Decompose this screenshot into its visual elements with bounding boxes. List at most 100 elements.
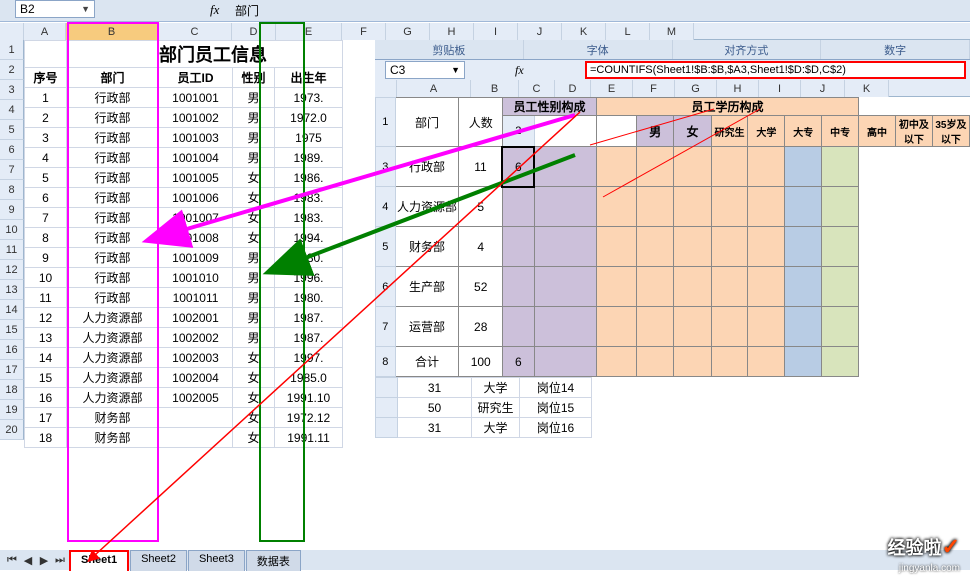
sheet-tab-数据表[interactable]: 数据表	[246, 550, 301, 571]
dropdown-icon[interactable]: ▼	[81, 4, 90, 14]
table-row[interactable]: 4人力资源部5	[376, 187, 970, 227]
name-box-value: B2	[20, 2, 35, 16]
table-header: 序号	[25, 68, 67, 88]
col-header-A[interactable]: A	[24, 23, 66, 40]
col-header-I[interactable]: I	[759, 80, 801, 97]
watermark-url: jingyanla.com	[899, 563, 960, 574]
table-row[interactable]: 7行政部1001007女1983.	[25, 208, 343, 228]
table-row[interactable]: 8行政部1001008女1994.	[25, 228, 343, 248]
row-header[interactable]: 12	[0, 260, 24, 280]
table-row[interactable]: 13人力资源部1002002男1987.	[25, 328, 343, 348]
table-row[interactable]: 6生产部52	[376, 267, 970, 307]
table-row[interactable]: 7运营部28	[376, 307, 970, 347]
column-headers-right: ABCDEFGHIJK	[375, 80, 970, 97]
col-header-A[interactable]: A	[397, 80, 471, 97]
table-row[interactable]: 14人力资源部1002003女1997.	[25, 348, 343, 368]
sheet-tab-Sheet2[interactable]: Sheet2	[130, 550, 187, 571]
ribbon-section[interactable]: 字体	[524, 40, 673, 59]
col-header-F[interactable]: F	[633, 80, 675, 97]
col-header-L[interactable]: L	[606, 23, 650, 40]
row-header[interactable]: 19	[0, 400, 24, 420]
formula-input-right[interactable]: =COUNTIFS(Sheet1!$B:$B,$A3,Sheet1!$D:$D,…	[585, 61, 966, 79]
table-row[interactable]: 31大学岗位16	[376, 418, 592, 438]
col-header-B[interactable]: B	[66, 23, 158, 40]
ribbon-section[interactable]: 对齐方式	[673, 40, 822, 59]
row-header[interactable]: 20	[0, 420, 24, 440]
row-header[interactable]: 7	[0, 160, 24, 180]
col-header-C[interactable]: C	[519, 80, 555, 97]
table-row[interactable]: 3行政部116	[376, 147, 970, 187]
col-header-D[interactable]: D	[555, 80, 591, 97]
col-header-E[interactable]: E	[276, 23, 342, 40]
sheet-tab-Sheet1[interactable]: Sheet1	[69, 550, 129, 571]
nav-last-icon[interactable]: ⏭	[52, 554, 68, 567]
col-header-H[interactable]: H	[430, 23, 474, 40]
table-row[interactable]: 10行政部1001010男1996.	[25, 268, 343, 288]
col-header-J[interactable]: J	[801, 80, 845, 97]
col-header-C[interactable]: C	[158, 23, 232, 40]
row-header[interactable]: 16	[0, 340, 24, 360]
row-header[interactable]: 6	[0, 140, 24, 160]
table-row[interactable]: 3行政部1001003男1975	[25, 128, 343, 148]
row-header[interactable]: 11	[0, 240, 24, 260]
table-row[interactable]: 1行政部1001001男1973.	[25, 88, 343, 108]
row-header[interactable]: 9	[0, 200, 24, 220]
ribbon-section[interactable]: 剪贴板	[375, 40, 524, 59]
row-header[interactable]: 18	[0, 380, 24, 400]
col-header-D[interactable]: D	[232, 23, 276, 40]
right-worksheet[interactable]: 1部门人数员工性别构成员工学历构成2男女研究生大学大专中专高中初中及以下35岁及…	[375, 97, 970, 438]
dropdown-icon[interactable]: ▼	[451, 65, 460, 75]
row-header[interactable]: 5	[0, 120, 24, 140]
fx-label-right[interactable]: fx	[515, 63, 524, 78]
col-header-H[interactable]: H	[717, 80, 759, 97]
table-row[interactable]: 5财务部4	[376, 227, 970, 267]
name-box-right[interactable]: C3 ▼	[385, 61, 465, 79]
col-header-I[interactable]: I	[474, 23, 518, 40]
right-pane: 剪贴板字体对齐方式数字 C3 ▼ fx =COUNTIFS(Sheet1!$B:…	[375, 40, 970, 438]
table-row[interactable]: 50研究生岗位15	[376, 398, 592, 418]
row-header[interactable]: 15	[0, 320, 24, 340]
table-row[interactable]: 4行政部1001004男1989.	[25, 148, 343, 168]
col-header-G[interactable]: G	[386, 23, 430, 40]
table-row[interactable]: 2行政部1001002男1972.0	[25, 108, 343, 128]
row-header[interactable]: 2	[0, 60, 24, 80]
row-header[interactable]: 17	[0, 360, 24, 380]
col-header-G[interactable]: G	[675, 80, 717, 97]
col-header-B[interactable]: B	[471, 80, 519, 97]
col-header-E[interactable]: E	[591, 80, 633, 97]
sheet-tab-Sheet3[interactable]: Sheet3	[188, 550, 245, 571]
table-row[interactable]: 5行政部1001005女1986.	[25, 168, 343, 188]
col-header-M[interactable]: M	[650, 23, 694, 40]
row-header[interactable]: 4	[0, 100, 24, 120]
row-header[interactable]: 10	[0, 220, 24, 240]
table-row[interactable]: 6行政部1001006女1983.	[25, 188, 343, 208]
nav-next-icon[interactable]: ▶	[36, 554, 52, 567]
table-row[interactable]: 8合计1006	[376, 347, 970, 377]
nav-first-icon[interactable]: ⏮	[4, 554, 20, 567]
row-header[interactable]: 14	[0, 300, 24, 320]
formula-value[interactable]: 部门	[235, 2, 259, 19]
col-header-K[interactable]: K	[845, 80, 889, 97]
left-worksheet[interactable]: 部门员工信息序号部门员工ID性别出生年1行政部1001001男1973.2行政部…	[24, 40, 343, 448]
table-row[interactable]: 11行政部1001011男1980.	[25, 288, 343, 308]
sheet-nav: ⏮ ◀ ▶ ⏭	[4, 554, 68, 567]
table-row[interactable]: 31大学岗位14	[376, 378, 592, 398]
table-row[interactable]: 15人力资源部1002004女1985.0	[25, 368, 343, 388]
name-box[interactable]: B2 ▼	[15, 0, 95, 18]
row-header[interactable]: 1	[0, 40, 24, 60]
col-header-J[interactable]: J	[518, 23, 562, 40]
col-header-F[interactable]: F	[342, 23, 386, 40]
fx-label[interactable]: fx	[210, 2, 219, 18]
table-row[interactable]: 17财务部女1972.12	[25, 408, 343, 428]
column-headers: ABCDEFGHIJKLM	[0, 23, 970, 40]
table-row[interactable]: 18财务部女1991.11	[25, 428, 343, 448]
row-header[interactable]: 8	[0, 180, 24, 200]
table-row[interactable]: 16人力资源部1002005女1991.10	[25, 388, 343, 408]
col-header-K[interactable]: K	[562, 23, 606, 40]
row-header[interactable]: 13	[0, 280, 24, 300]
table-row[interactable]: 12人力资源部1002001男1987.	[25, 308, 343, 328]
table-row[interactable]: 9行政部1001009男1980.	[25, 248, 343, 268]
nav-prev-icon[interactable]: ◀	[20, 554, 36, 567]
ribbon-section[interactable]: 数字	[821, 40, 970, 59]
row-header[interactable]: 3	[0, 80, 24, 100]
